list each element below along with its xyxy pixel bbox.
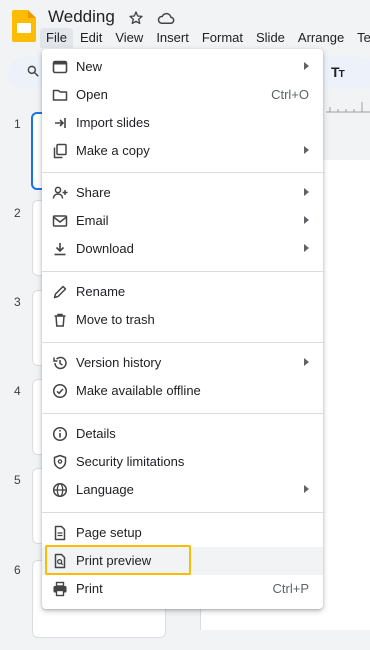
- menu-item-label: Move to trash: [76, 312, 155, 327]
- download-icon: [54, 243, 66, 256]
- menu-item-security-limitations[interactable]: Security limitations: [42, 448, 323, 476]
- menu-item-share[interactable]: Share: [42, 179, 323, 207]
- menu-bar: File Edit View Insert Format Slide Arran…: [40, 28, 370, 48]
- email-icon: [52, 215, 68, 227]
- submenu-arrow-icon: [304, 146, 309, 154]
- menu-item-download[interactable]: Download: [42, 235, 323, 263]
- menu-edit[interactable]: Edit: [74, 28, 108, 48]
- folder-icon: [52, 89, 68, 101]
- menu-item-label: Open: [76, 87, 108, 102]
- menu-item-page-setup[interactable]: Page setup: [42, 519, 323, 547]
- offline-icon: [52, 383, 68, 399]
- menu-format[interactable]: Format: [196, 28, 249, 48]
- trash-icon: [54, 313, 66, 327]
- menu-item-label: Page setup: [76, 525, 142, 540]
- menu-item-label: Details: [76, 426, 116, 441]
- slide-number: 3: [14, 295, 21, 309]
- submenu-arrow-icon: [304, 62, 309, 70]
- menu-item-label: Share: [76, 185, 111, 200]
- history-icon: [53, 356, 67, 370]
- submenu-arrow-icon: [304, 244, 309, 252]
- menu-arrange[interactable]: Arrange: [292, 28, 350, 48]
- menu-item-language[interactable]: Language: [42, 476, 323, 504]
- menu-item-label: Print: [76, 581, 103, 596]
- menu-item-label: Email: [76, 213, 109, 228]
- slide-number: 6: [14, 563, 21, 577]
- slide-number: 4: [14, 384, 21, 398]
- menu-slide[interactable]: Slide: [250, 28, 291, 48]
- slide-number: 5: [14, 473, 21, 487]
- menu-insert[interactable]: Insert: [150, 28, 195, 48]
- slide-number: 2: [14, 206, 21, 220]
- menu-item-version-history[interactable]: Version history: [42, 349, 323, 377]
- menu-item-label: Make available offline: [76, 383, 201, 398]
- cloud-status-icon[interactable]: [157, 10, 175, 26]
- document-title[interactable]: Wedding: [48, 7, 115, 27]
- printer-icon: [53, 581, 67, 597]
- menu-item-label: Rename: [76, 284, 126, 299]
- menu-item-label: Import slides: [76, 115, 150, 130]
- menu-view[interactable]: View: [109, 28, 149, 48]
- slides-logo-icon[interactable]: [12, 10, 36, 42]
- import-icon: [55, 118, 66, 128]
- submenu-arrow-icon: [304, 216, 309, 224]
- shortcut-label: Ctrl+P: [272, 581, 309, 596]
- menu-item-email[interactable]: Email: [42, 207, 323, 235]
- menu-item-details[interactable]: Details: [42, 420, 323, 448]
- copy-icon: [53, 143, 67, 159]
- menu-item-new[interactable]: New: [42, 53, 323, 81]
- ruler: [326, 102, 370, 113]
- search-icon[interactable]: [26, 64, 40, 78]
- menu-item-label: Language: [76, 482, 134, 497]
- menu-item-label: Security limitations: [76, 454, 185, 469]
- shield-icon: [53, 454, 67, 470]
- menu-item-label: Make a copy: [76, 143, 150, 158]
- menu-item-import-slides[interactable]: Import slides: [42, 109, 323, 137]
- file-menu: New Open Ctrl+O Import slides Make a cop…: [42, 49, 323, 609]
- menu-item-print[interactable]: Print Ctrl+P: [42, 575, 323, 603]
- menu-item-make-available-offline[interactable]: Make available offline: [42, 377, 323, 405]
- share-person-icon: [52, 186, 68, 199]
- pencil-icon: [53, 285, 67, 299]
- menu-item-label: Download: [76, 241, 134, 256]
- info-icon: [52, 426, 68, 442]
- print-preview-highlight: [45, 545, 191, 575]
- menu-divider: [42, 342, 323, 343]
- menu-divider: [42, 512, 323, 513]
- new-slides-icon: [52, 60, 68, 74]
- text-format-icon[interactable]: TT: [331, 64, 345, 80]
- slide-number: 1: [14, 117, 21, 131]
- submenu-arrow-icon: [304, 188, 309, 196]
- star-icon[interactable]: [128, 10, 144, 26]
- shortcut-label: Ctrl+O: [271, 87, 309, 102]
- globe-icon: [52, 482, 68, 498]
- menu-item-move-to-trash[interactable]: Move to trash: [42, 306, 323, 334]
- menu-divider: [42, 271, 323, 272]
- menu-item-rename[interactable]: Rename: [42, 278, 323, 306]
- menu-tools[interactable]: Te: [351, 28, 370, 48]
- menu-file[interactable]: File: [40, 28, 73, 48]
- menu-item-open[interactable]: Open Ctrl+O: [42, 81, 323, 109]
- menu-item-label: Version history: [76, 355, 162, 370]
- menu-item-label: New: [76, 59, 103, 74]
- submenu-arrow-icon: [304, 358, 309, 366]
- menu-divider: [42, 413, 323, 414]
- menu-divider: [42, 172, 323, 173]
- menu-item-make-a-copy[interactable]: Make a copy: [42, 137, 323, 165]
- submenu-arrow-icon: [304, 485, 309, 493]
- page-icon: [54, 525, 66, 541]
